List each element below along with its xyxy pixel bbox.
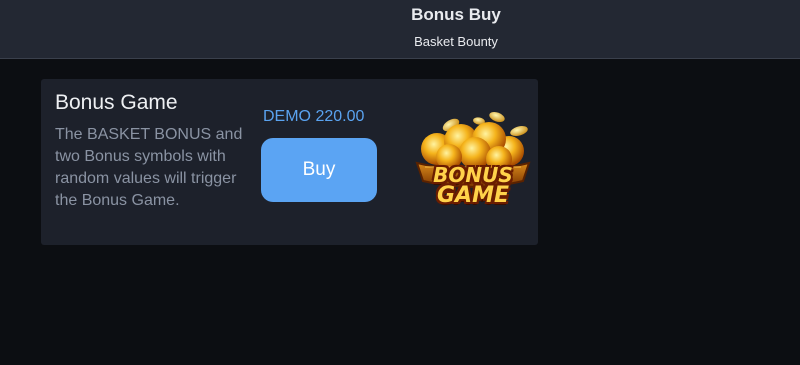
bonus-game-card: Bonus Game The BASKET BONUS and two Bonu… [41,79,538,245]
card-description: The BASKET BONUS and two Bonus symbols w… [55,126,243,209]
header-bar: Bonus Buy Basket Bounty [0,0,800,59]
header-subtitle: Basket Bounty [414,34,498,49]
header-title: Bonus Buy [411,5,501,24]
price-label: DEMO 220.00 [263,108,365,125]
bonus-icon-line2: GAME [436,183,509,208]
buy-button[interactable]: Buy [261,138,377,202]
bonus-game-basket-icon: BONUS GAME [409,107,537,217]
card-title: Bonus Game [55,91,178,114]
